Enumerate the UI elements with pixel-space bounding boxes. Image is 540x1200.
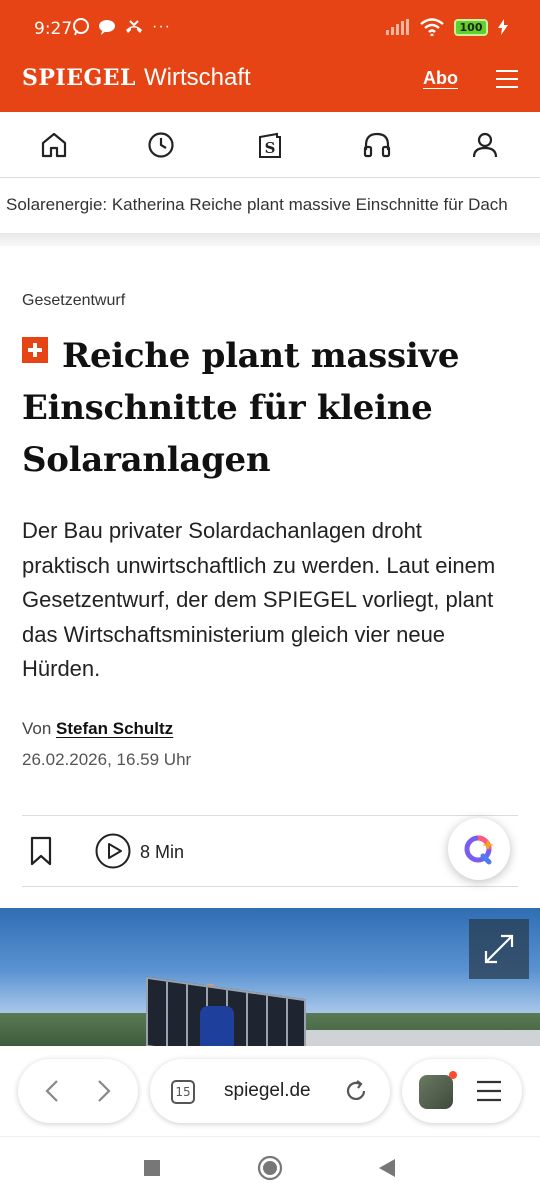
assistant-button[interactable] [448,818,510,880]
expand-image-button[interactable] [469,919,529,979]
spiegel-plus-icon [22,337,48,363]
url-text[interactable]: spiegel.de [224,1080,311,1102]
author-link[interactable]: Stefan Schultz [56,719,173,738]
tab-count[interactable]: 15 [171,1080,195,1104]
address-bar[interactable]: 15 spiegel.de [150,1059,390,1123]
byline: Von Stefan Schultz [22,719,173,739]
status-system-icons: 100 [386,18,508,36]
divider [0,233,540,246]
recents-icon[interactable] [143,1159,161,1177]
breadcrumb-text: Solarenergie: Katherina Reiche plant mas… [6,195,508,214]
home-button-icon[interactable] [257,1155,283,1181]
charging-icon [498,19,508,35]
browser-menu-pill [402,1059,522,1123]
tab-preview-thumbnail[interactable] [419,1075,453,1109]
back-nav-icon[interactable] [378,1158,396,1178]
status-time: 9:27 [34,19,73,39]
main-navigation: S [0,112,540,178]
clock-icon[interactable] [146,130,176,160]
topic-breadcrumb[interactable]: Solarenergie: Katherina Reiche plant mas… [0,179,540,233]
forward-icon[interactable] [94,1079,114,1103]
article-kicker: Gesetzentwurf [22,292,126,309]
spiegel-logo: SPIEGEL [22,65,137,91]
account-icon[interactable] [470,130,500,160]
article-teaser: Der Bau privater Solardachanlagen droht … [22,518,496,681]
hero-image[interactable] [0,908,540,1048]
abo-link[interactable]: Abo [423,68,458,89]
browser-toolbar: 15 spiegel.de [0,1046,540,1136]
status-bar: 9:27 ··· 100 [0,0,540,56]
article-headline: Reiche plant massive Einschnitte für kle… [22,330,502,486]
app-header: 9:27 ··· 100 SPIEGEL Wirtschaft Abo [0,0,540,112]
brand-logo[interactable]: SPIEGEL Wirtschaft [22,64,251,92]
bookmark-icon[interactable] [30,836,52,866]
byline-prefix: Von [22,719,52,738]
home-icon[interactable] [39,130,69,160]
more-notifications-icon: ··· [152,18,171,35]
play-audio-icon[interactable] [95,833,131,869]
article-actions: 8 Min [22,815,518,887]
system-navigation-bar [0,1136,540,1200]
expand-icon [484,934,514,964]
headphones-icon[interactable] [362,130,392,160]
battery-indicator: 100 [454,18,488,36]
message-icon [99,20,115,35]
headline-text: Reiche plant massive Einschnitte für kle… [22,336,460,480]
missed-call-icon [126,20,142,33]
notification-dot [449,1071,457,1079]
signal-icon [386,19,409,35]
browser-menu-icon[interactable] [476,1080,502,1102]
read-time: 8 Min [140,842,185,862]
chat-bubble-icon [73,18,89,36]
section-title: Wirtschaft [144,64,251,91]
spiegel-s-icon[interactable]: S [255,130,285,160]
wifi-icon [420,18,444,36]
hamburger-icon[interactable] [496,70,518,88]
assistant-logo-icon [464,835,494,865]
reload-icon[interactable] [344,1079,368,1103]
history-nav-pill [18,1059,138,1123]
svg-text:S: S [265,139,276,157]
back-icon[interactable] [42,1079,62,1103]
status-notification-icons: ··· [72,18,171,36]
publish-date: 26.02.2026, 16.59 Uhr [22,750,192,769]
